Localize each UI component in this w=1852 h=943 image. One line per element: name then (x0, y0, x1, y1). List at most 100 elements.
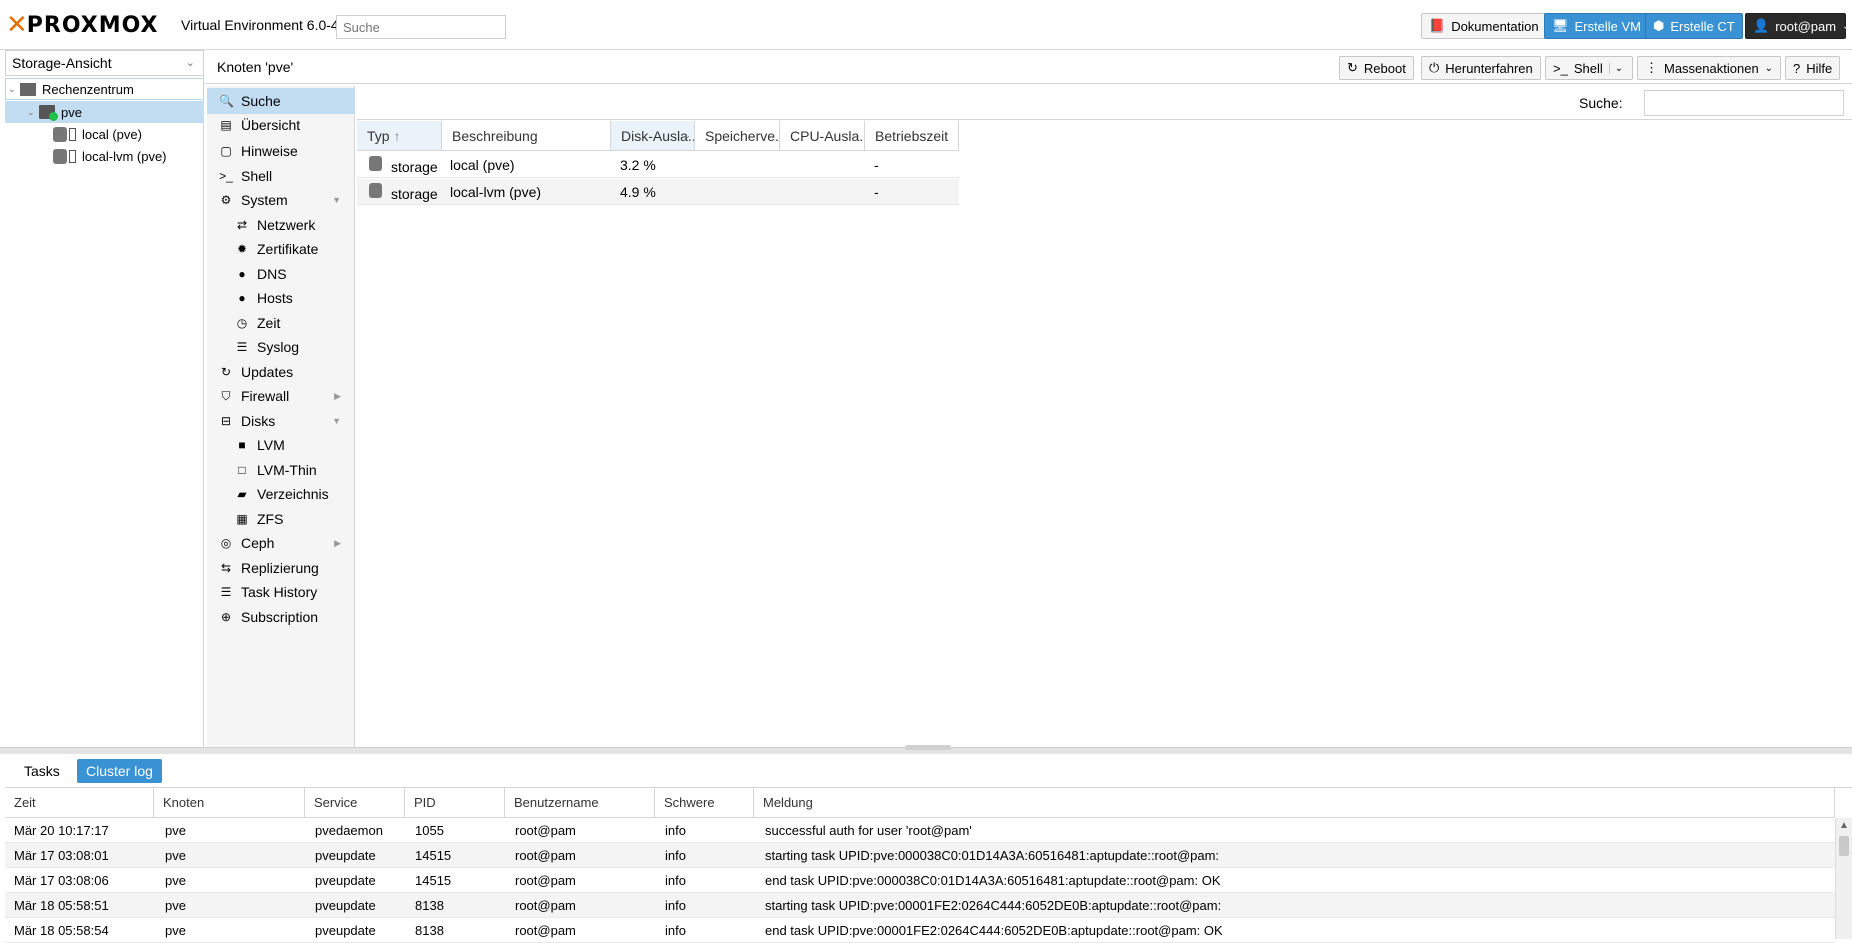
globe-icon: ● (238, 267, 246, 281)
cell-pid: 14515 (415, 848, 452, 863)
documentation-button[interactable]: 📕 Dokumentation (1421, 13, 1547, 39)
menu-label: Netzwerk (257, 217, 316, 233)
menu-item-overview[interactable]: ▤ Übersicht (207, 112, 355, 138)
menu-item-lvm-thin[interactable]: □ LVM-Thin (207, 457, 355, 483)
menu-item-task-history[interactable]: ☰ Task History (207, 579, 355, 605)
global-search-input[interactable] (336, 15, 506, 39)
log-row[interactable]: Mär 18 05:58:51 pve pveupdate 8138 root@… (5, 893, 1835, 918)
documentation-label: Dokumentation (1451, 18, 1539, 34)
column-header-pid[interactable]: PID (405, 788, 505, 818)
column-label: Schwere (664, 795, 715, 810)
cell-disk: 3.2 % (620, 157, 656, 173)
tree-item-storage-local-lvm[interactable]: local-lvm (pve) (53, 145, 167, 167)
log-row[interactable]: Mär 17 03:08:01 pve pveupdate 14515 root… (5, 843, 1835, 868)
desktop-icon: 🖥 (1552, 18, 1569, 33)
column-header-username[interactable]: Benutzername (505, 788, 655, 818)
panel-splitter[interactable] (0, 745, 1852, 754)
column-header-message[interactable]: Meldung (754, 788, 1835, 818)
node-panel-header: Knoten 'pve' ↻ Reboot ⏻ Herunterfahren >_ S… (205, 50, 1852, 84)
log-row[interactable]: Mär 17 03:08:06 pve pveupdate 14515 root… (5, 868, 1835, 893)
tab-cluster-log[interactable]: Cluster log (77, 759, 162, 783)
log-row[interactable]: Mär 18 05:58:54 pve pveupdate 8138 root@… (5, 918, 1835, 943)
column-label: PID (414, 795, 436, 810)
column-header-time[interactable]: Zeit (5, 788, 154, 818)
reboot-button[interactable]: ↻ Reboot (1339, 56, 1414, 80)
tree-item-node-pve[interactable]: ⌄ pve (5, 101, 204, 123)
menu-item-hosts[interactable]: ● Hosts (207, 285, 355, 311)
column-header-description[interactable]: Beschreibung (442, 121, 611, 151)
user-menu-button[interactable]: 👤 root@pam ⌄ (1745, 13, 1850, 39)
scroll-up-icon[interactable]: ▲ (1839, 820, 1849, 831)
help-button[interactable]: ? Hilfe (1785, 56, 1841, 80)
cell-node: pve (165, 873, 186, 888)
log-row[interactable]: Mär 20 10:17:17 pve pvedaemon 1055 root@… (5, 818, 1835, 843)
menu-item-syslog[interactable]: ☰ Syslog (207, 334, 355, 360)
bulk-actions-button[interactable]: ⋮ Massenaktionen ⌄ (1637, 56, 1782, 80)
menu-item-dns[interactable]: ● DNS (207, 261, 355, 287)
column-header-cpu[interactable]: CPU-Ausla... (780, 121, 865, 151)
menu-label: ZFS (257, 511, 284, 527)
cell-service: pveupdate (315, 873, 376, 888)
menu-item-shell[interactable]: >_ Shell (207, 163, 355, 189)
create-ct-button[interactable]: ⬢ Erstelle CT (1645, 13, 1743, 39)
menu-item-disks[interactable]: ⊟ Disks ▼ (207, 408, 355, 434)
cell-username: root@pam (515, 898, 576, 913)
column-header-type[interactable]: Typ ↑ (357, 121, 442, 151)
menu-item-certificates[interactable]: ✹ Zertifikate (207, 236, 355, 262)
resource-search-input[interactable] (1644, 90, 1844, 116)
column-header-disk[interactable]: Disk-Ausla... ⌄ (611, 121, 695, 151)
create-vm-button[interactable]: 🖥 Erstelle VM (1544, 13, 1649, 39)
menu-item-updates[interactable]: ↻ Updates (207, 359, 355, 385)
cell-service: pveupdate (315, 898, 376, 913)
menu-item-zfs[interactable]: ▦ ZFS (207, 506, 355, 532)
menu-item-directory[interactable]: ▰ Verzeichnis (207, 481, 355, 507)
column-header-uptime[interactable]: Betriebszeit (865, 121, 959, 151)
menu-label: LVM-Thin (257, 462, 317, 478)
tree-label: local-lvm (pve) (82, 148, 167, 164)
menu-label: Übersicht (241, 117, 301, 133)
menu-item-firewall[interactable]: ⛉ Firewall ▶ (207, 383, 355, 409)
column-header-node[interactable]: Knoten (154, 788, 305, 818)
column-label: Typ (367, 127, 390, 144)
cell-service: pveupdate (315, 848, 376, 863)
tree-item-storage-local[interactable]: local (pve) (53, 123, 142, 145)
reboot-icon: ↻ (1347, 60, 1358, 75)
collapse-handle-icon[interactable] (905, 745, 951, 750)
shutdown-button[interactable]: ⏻ Herunterfahren (1421, 56, 1541, 80)
cell-description: local-lvm (pve) (450, 184, 542, 200)
column-header-service[interactable]: Service (305, 788, 405, 818)
tree-item-datacenter[interactable]: ⌄ Rechenzentrum (5, 78, 204, 100)
shell-button[interactable]: >_ Shell ⌄ (1545, 56, 1633, 80)
proxmox-logo[interactable]: ✕ PROXMOX (6, 12, 159, 38)
menu-label: LVM (257, 437, 285, 453)
search-icon: 🔍 (219, 94, 234, 108)
cell-service: pvedaemon (315, 823, 383, 838)
cell-message: end task UPID:pve:00001FE2:0264C444:6052… (765, 923, 1223, 938)
chevron-right-icon: ▶ (334, 390, 341, 401)
menu-item-search[interactable]: 🔍 Suche (207, 88, 355, 114)
menu-item-system[interactable]: ⚙ System ▼ (207, 187, 355, 213)
menu-item-lvm[interactable]: ■ LVM (207, 432, 355, 458)
menu-item-ceph[interactable]: ◎ Ceph ▶ (207, 530, 355, 556)
log-scrollbar[interactable]: ▲ (1835, 818, 1852, 939)
menu-item-replication[interactable]: ⇆ Replizierung (207, 555, 355, 581)
view-selector-value: Storage-Ansicht (12, 55, 112, 71)
tab-tasks[interactable]: Tasks (15, 759, 69, 783)
view-selector[interactable]: Storage-Ansicht ⌄ (5, 50, 204, 76)
collapse-icon: ⌄ (27, 106, 35, 117)
menu-item-network[interactable]: ⇄ Netzwerk (207, 212, 355, 238)
cube-icon: ⬢ (1653, 18, 1665, 33)
user-label: root@pam (1775, 18, 1837, 34)
column-header-memory[interactable]: Speicherve... (695, 121, 780, 151)
menu-item-time[interactable]: ◷ Zeit (207, 310, 355, 336)
menu-item-subscription[interactable]: ⊕ Subscription (207, 604, 355, 630)
table-row[interactable]: storage local (pve) 3.2 % - (357, 152, 959, 178)
cell-pid: 8138 (415, 898, 444, 913)
column-header-severity[interactable]: Schwere (655, 788, 754, 818)
book-icon: 📕 (1429, 18, 1446, 33)
grid-icon: ▦ (236, 512, 248, 526)
table-row[interactable]: storage local-lvm (pve) 4.9 % - (357, 179, 959, 205)
chevron-down-icon: ▼ (332, 416, 341, 426)
menu-item-notes[interactable]: ▢ Hinweise (207, 138, 355, 164)
scroll-thumb[interactable] (1839, 836, 1849, 856)
